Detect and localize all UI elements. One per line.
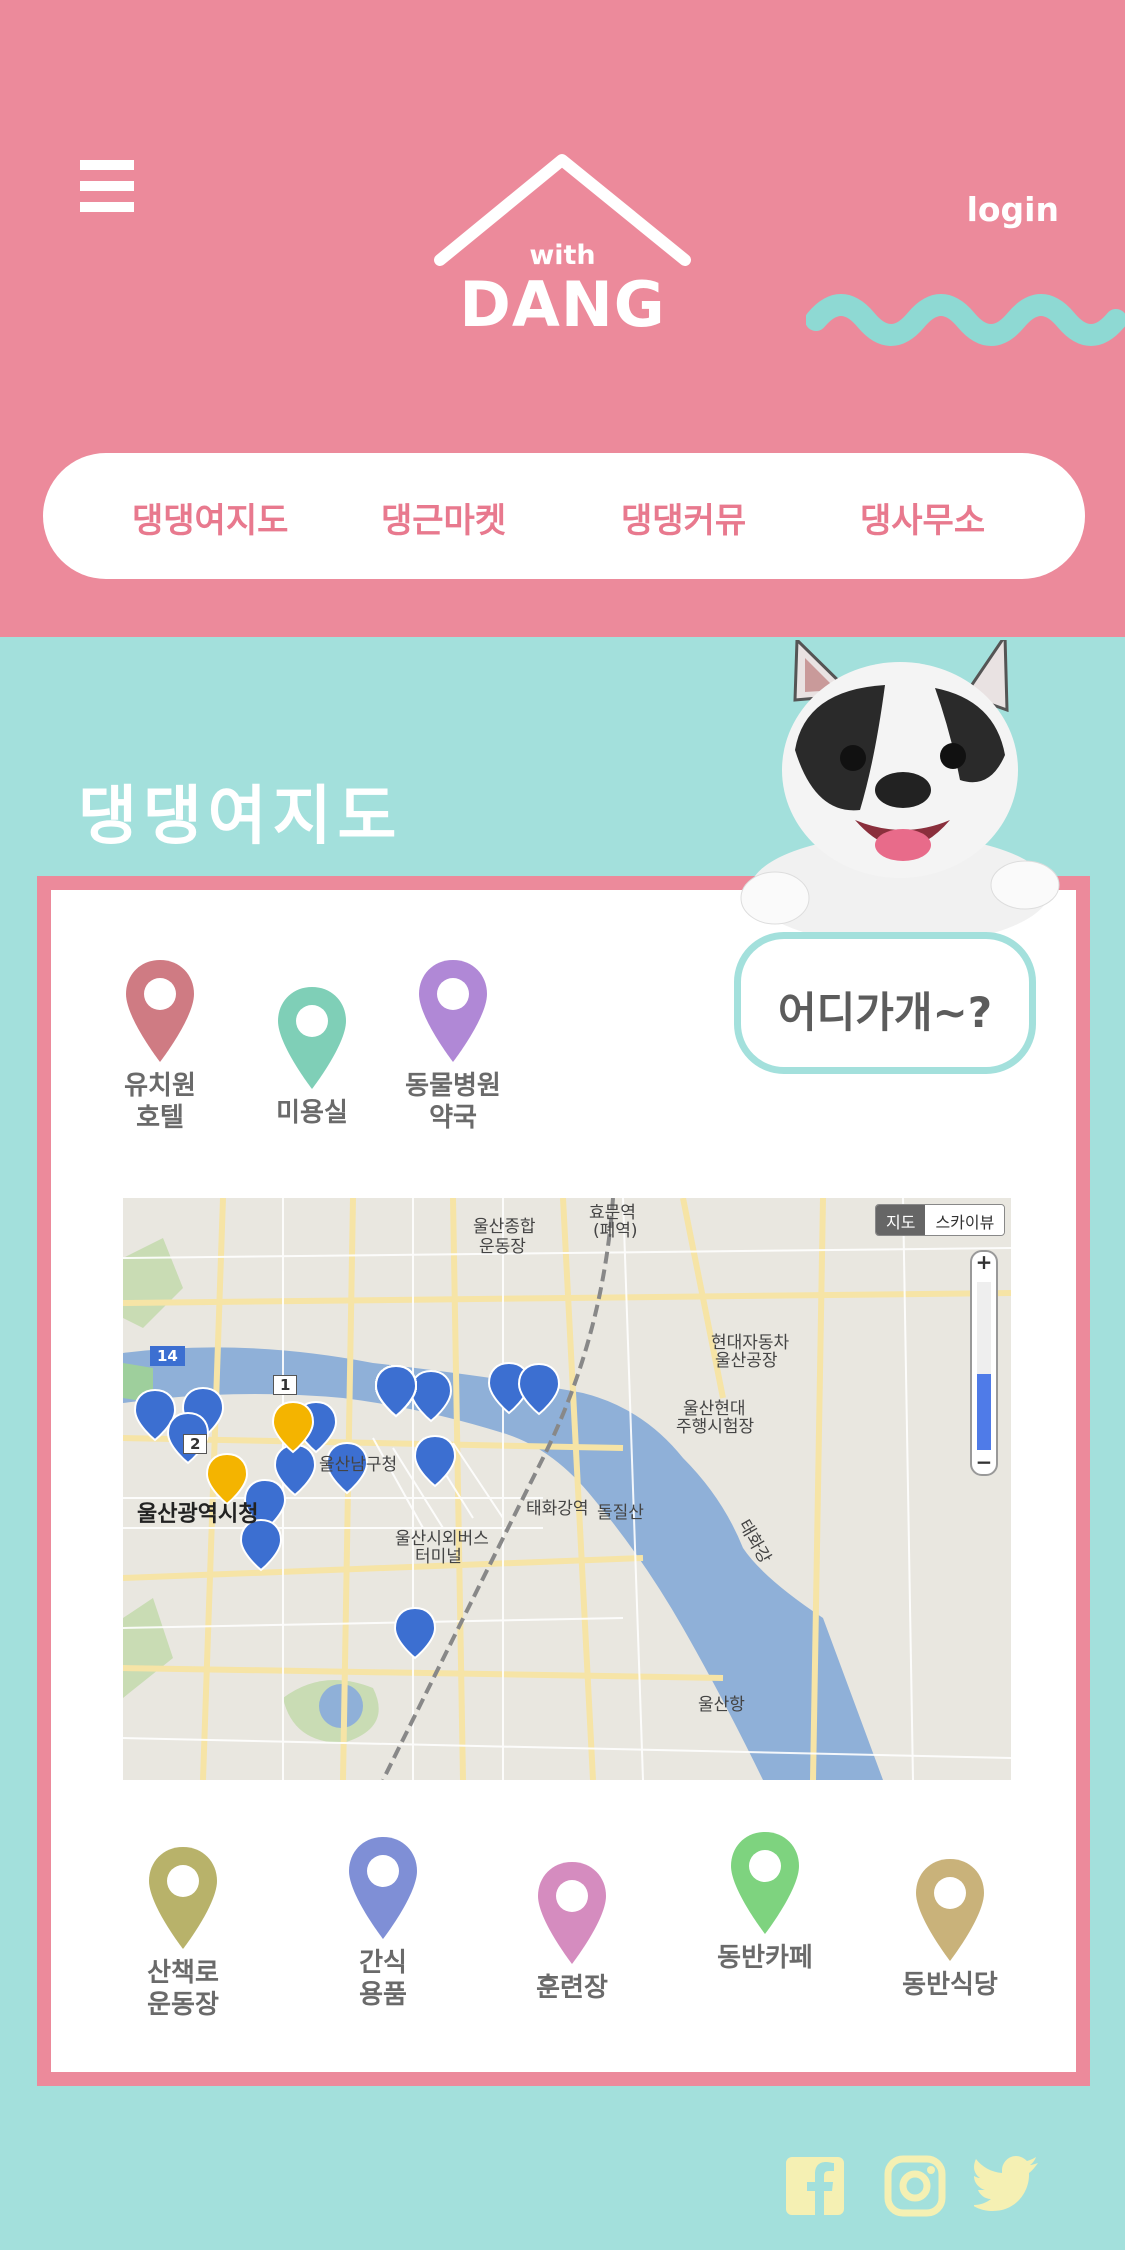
category-label: 간식 [359, 1948, 407, 1978]
map-label: 울산항 [698, 1695, 745, 1715]
bubble-text: 어디가개~? [777, 988, 993, 1037]
map-pin-icon [278, 987, 346, 1089]
map-label: 터미널 [415, 1547, 462, 1567]
map-label: 울산광역시청 [137, 1502, 259, 1527]
zoom-control[interactable]: + − [970, 1250, 998, 1476]
category-label: 운동장 [147, 1990, 219, 2020]
category-kindergarten-hotel[interactable]: 유치원 호텔 [110, 958, 210, 1134]
map-background [123, 1198, 1011, 1780]
route-badge: 14 [150, 1346, 185, 1366]
route-badge: 1 [273, 1375, 298, 1395]
facebook-icon[interactable] [784, 2155, 846, 2217]
category-salon[interactable]: 미용실 [262, 985, 362, 1129]
twitter-icon[interactable] [974, 2155, 1040, 2213]
category-label: 호텔 [136, 1103, 184, 1133]
category-label: 훈련장 [536, 1973, 608, 2003]
category-label: 동반카페 [717, 1943, 813, 1973]
section-title: 댕댕여지도 [78, 780, 403, 854]
map-pin-icon [349, 1837, 417, 1939]
nav-item-office[interactable]: 댕사무소 [860, 493, 985, 542]
map-type-toggle: 지도 스카이뷰 [875, 1204, 1006, 1236]
nav-item-community[interactable]: 댕댕커뮤 [621, 493, 746, 542]
zoom-level-fill [977, 1374, 991, 1450]
header: with DANG login 댕댕여지도 댕근마켓 댕댕커뮤 댕사무소 [0, 0, 1125, 637]
map-label: 울산공장 [715, 1351, 778, 1371]
map-pin-icon [419, 960, 487, 1062]
menu-icon[interactable] [80, 160, 134, 212]
category-label: 동반식당 [902, 1970, 998, 2000]
instagram-icon[interactable] [884, 2155, 946, 2217]
route-badge: 2 [183, 1434, 208, 1454]
map-toggle-skyview[interactable]: 스카이뷰 [925, 1205, 1005, 1235]
map-label: 태화강역 [526, 1499, 589, 1519]
category-label: 동물병원 [405, 1071, 501, 1101]
map-label: (폐역) [593, 1221, 638, 1241]
map-toggle-map[interactable]: 지도 [876, 1205, 926, 1235]
nav-item-map[interactable]: 댕댕여지도 [132, 493, 288, 542]
map-label: 운동장 [479, 1237, 526, 1257]
category-hospital-pharmacy[interactable]: 동물병원 약국 [398, 958, 508, 1134]
category-walk-trail[interactable]: 산책로 운동장 [133, 1845, 233, 2021]
category-label: 약국 [429, 1103, 477, 1133]
logo-text-small: with [529, 240, 596, 271]
speech-bubble: 어디가개~? [734, 932, 1036, 1074]
map-label: 돌질산 [597, 1503, 644, 1523]
category-label: 산책로 [147, 1958, 219, 1988]
map-label: 주행시험장 [676, 1417, 755, 1437]
map-label: 울산남구청 [319, 1455, 398, 1475]
zoom-track [977, 1282, 991, 1374]
category-training[interactable]: 훈련장 [522, 1860, 622, 2004]
map-pin-icon [916, 1859, 984, 1961]
logo[interactable]: with DANG [430, 150, 695, 341]
category-snacks-supplies[interactable]: 간식 용품 [333, 1835, 433, 2011]
login-link[interactable]: login [967, 190, 1059, 229]
category-pet-cafe[interactable]: 동반카페 [710, 1830, 820, 1974]
logo-text-big: DANG [459, 268, 666, 341]
category-label: 용품 [359, 1980, 407, 2010]
dog-image [740, 640, 1060, 940]
zoom-out-button[interactable]: − [972, 1450, 996, 1474]
map-pin-icon [149, 1847, 217, 1949]
main-nav: 댕댕여지도 댕근마켓 댕댕커뮤 댕사무소 [43, 453, 1085, 579]
wave-decoration [806, 294, 1125, 346]
zoom-in-button[interactable]: + [972, 1250, 996, 1274]
category-pet-restaurant[interactable]: 동반식당 [895, 1857, 1005, 2001]
category-label: 유치원 [124, 1071, 196, 1101]
map-pin-icon [538, 1862, 606, 1964]
nav-item-market[interactable]: 댕근마켓 [381, 493, 506, 542]
category-label: 미용실 [276, 1098, 348, 1128]
map-pin-icon [126, 960, 194, 1062]
map-pin-icon [731, 1832, 799, 1934]
map-view[interactable]: 1 2 14 울산광역시청 울산남구청 울산종합 운동장 효문역 (폐역) 현대… [123, 1198, 1011, 1780]
